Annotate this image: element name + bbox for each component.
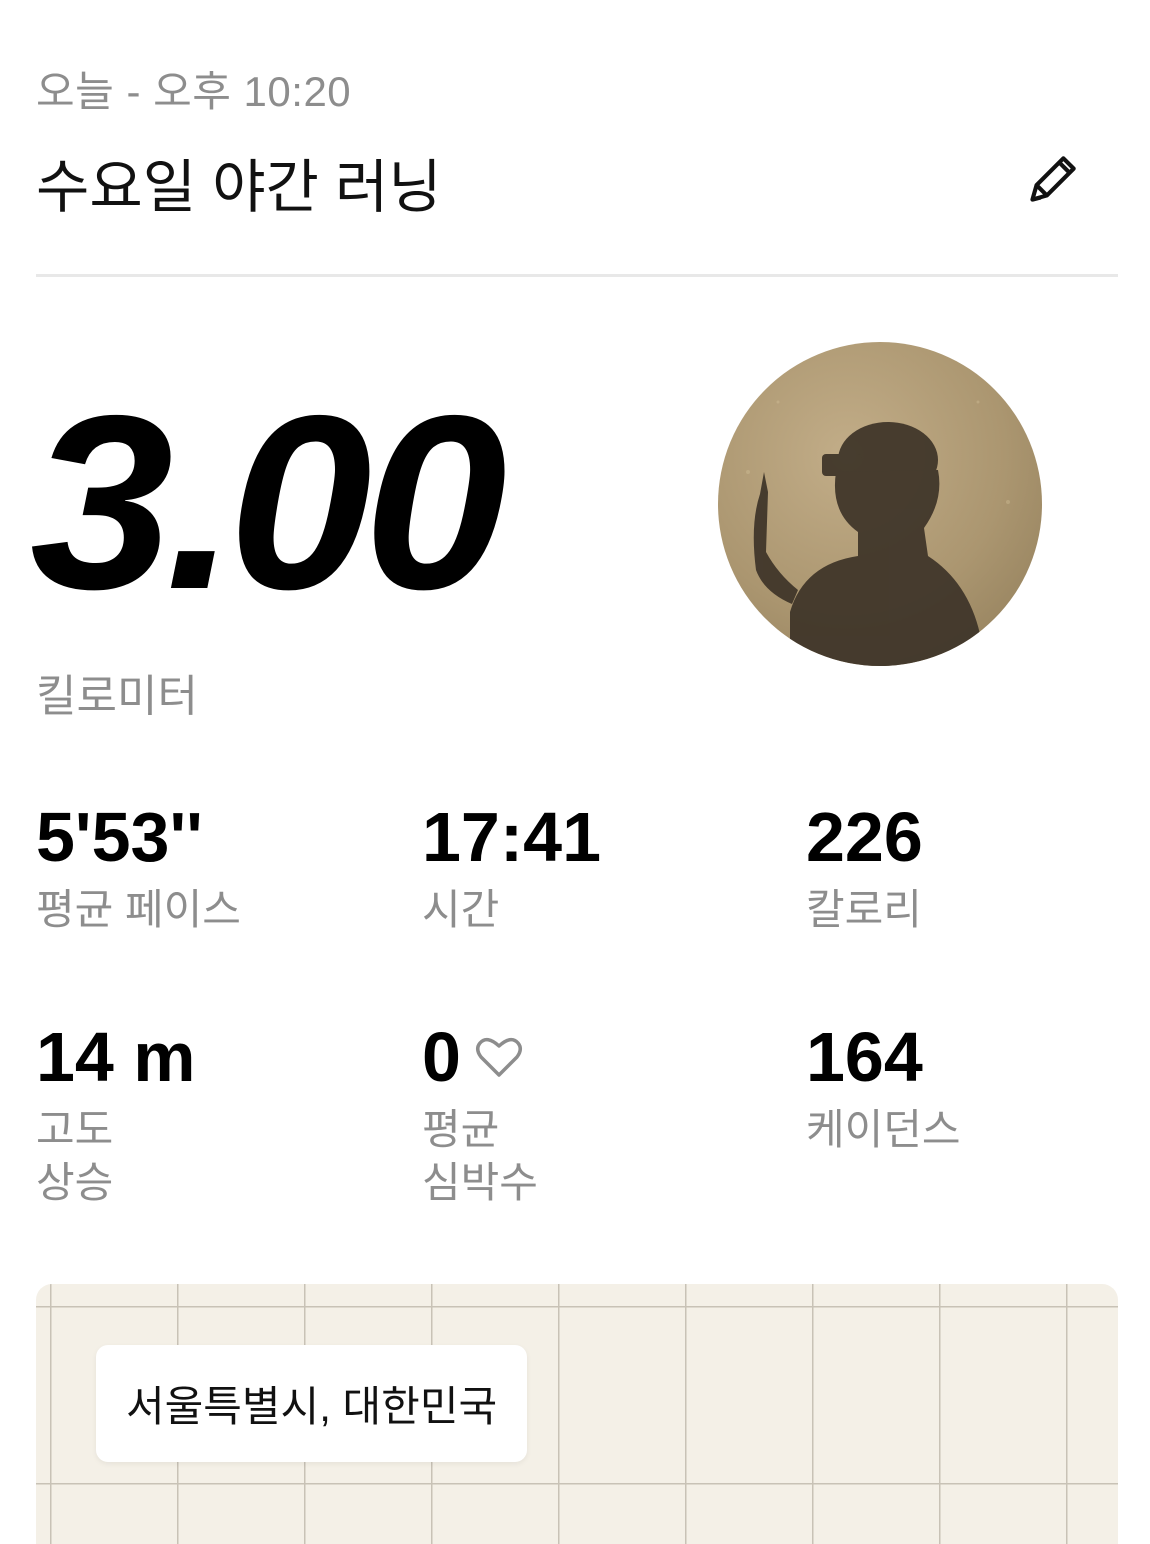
stat-label: 고도 상승 [36, 1106, 114, 1206]
stat-duration: 17:41 시간 [422, 802, 601, 937]
stat-label: 평균 심박수 [422, 1106, 538, 1206]
stat-value: 226 [806, 798, 923, 876]
stat-label: 칼로리 [806, 886, 922, 933]
distance-value: 3.00 [30, 363, 507, 641]
pencil-icon [1030, 156, 1076, 202]
heart-outline-icon [475, 1037, 522, 1077]
shadow-silhouette-image [746, 400, 1010, 666]
stat-label: 케이던스 [806, 1106, 961, 1153]
stat-elevation-gain: 14 m 고도 상승 [36, 1022, 196, 1209]
stat-cadence: 164 케이던스 [806, 1022, 961, 1157]
edit-button[interactable] [1010, 140, 1092, 222]
activity-photo[interactable] [718, 342, 1042, 666]
location-label: 서울특별시, 대한민국 [96, 1345, 528, 1462]
stat-value: 17:41 [422, 798, 602, 876]
distance-unit: 킬로미터 [36, 672, 198, 721]
header-divider [36, 274, 1118, 277]
stat-value: 0 [422, 1018, 461, 1096]
activity-title: 수요일 야간 러닝 [36, 155, 442, 220]
stat-value: 5'53'' [36, 798, 203, 876]
activity-timestamp: 오늘 - 오후 10:20 [36, 68, 352, 115]
stat-value: 164 [806, 1018, 923, 1096]
stat-value: 14 m [36, 1018, 196, 1096]
stat-label: 평균 페이스 [36, 886, 241, 933]
stat-calories: 226 칼로리 [806, 802, 923, 937]
stat-avg-heart-rate: 0 평균 심박수 [422, 1022, 538, 1209]
stat-avg-pace: 5'53'' 평균 페이스 [36, 802, 241, 937]
stat-label: 시간 [422, 886, 500, 933]
